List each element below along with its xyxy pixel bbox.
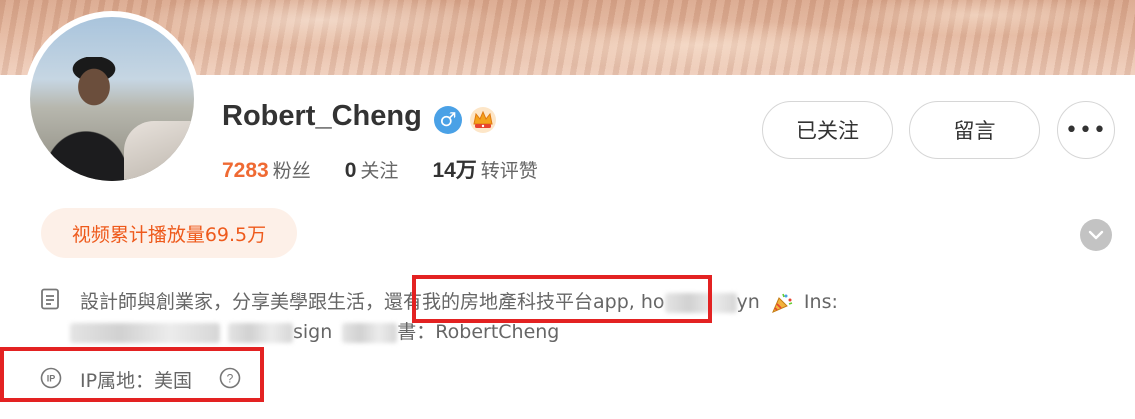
- more-dots-icon: •••: [1065, 117, 1107, 143]
- username: Robert_Cheng: [222, 100, 422, 132]
- bio-text-c: yn: [736, 291, 760, 313]
- more-button[interactable]: •••: [1057, 101, 1115, 159]
- followed-button[interactable]: 已关注: [762, 101, 893, 159]
- stat-following[interactable]: 0 关注: [345, 156, 399, 183]
- stat-interactions[interactable]: 14万 转评赞: [432, 154, 537, 184]
- highlight-box-ip: [0, 347, 264, 402]
- bio-text-a: 設計師與創業家，分享美學跟生活，: [80, 291, 385, 313]
- bio-text-f: 書：RobertCheng: [397, 321, 560, 343]
- interactions-count: 14万: [432, 159, 477, 182]
- message-button[interactable]: 留言: [909, 101, 1040, 159]
- followers-label: 粉丝: [272, 161, 311, 182]
- crown-icon[interactable]: [468, 104, 498, 134]
- avatar-photo: [30, 17, 194, 181]
- document-icon: [41, 288, 59, 310]
- chevron-down-icon[interactable]: [1080, 219, 1112, 251]
- interactions-label: 转评赞: [480, 161, 538, 182]
- followers-count: 7283: [222, 159, 269, 182]
- highlight-box-app: [412, 275, 712, 323]
- stat-followers[interactable]: 7283 粉丝: [222, 156, 311, 183]
- party-popper-icon: [771, 293, 793, 313]
- bio-text-e: sign: [293, 321, 333, 343]
- following-label: 关注: [360, 161, 399, 182]
- male-icon: ♂: [434, 106, 462, 134]
- stats-row: 7283 粉丝 0 关注 14万 转评赞: [222, 154, 572, 184]
- avatar[interactable]: [24, 11, 200, 187]
- bio-text-d: Ins:: [803, 291, 838, 313]
- blurred-text: [342, 322, 398, 343]
- blurred-text: [228, 322, 293, 343]
- following-count: 0: [344, 159, 357, 182]
- video-views-badge: 视频累计播放量69.5万: [41, 208, 297, 258]
- blurred-text: [70, 322, 220, 343]
